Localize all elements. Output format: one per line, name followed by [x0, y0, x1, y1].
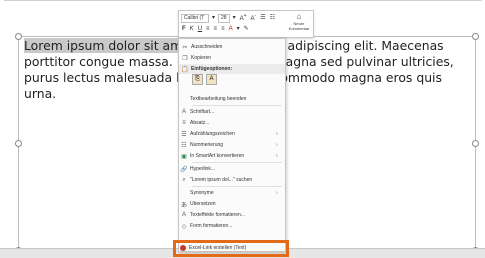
menu-item-excel-link[interactable]: Excel-Link erstellen (Text) [180, 245, 246, 251]
align-center-icon[interactable]: ≡ [213, 26, 219, 33]
menu-separator [192, 105, 282, 106]
bullets-icon: ☰ [181, 131, 187, 138]
menu-item-exit-edit[interactable]: Textbearbeitung beenden [178, 94, 284, 104]
menu-item-copy[interactable]: ❐ Kopieren [179, 53, 285, 63]
clipboard-icon: 📋 [181, 66, 189, 73]
translate-icon: あ [180, 202, 187, 209]
chevron-down-icon[interactable]: ▾ [232, 15, 237, 22]
copy-icon: ❐ [182, 55, 188, 62]
link-icon: 🔗 [180, 166, 188, 173]
menu-item-search[interactable]: ⌕ "Lorem ipsum dol..." suchen [178, 175, 284, 185]
font-name-box[interactable]: Calibri (T [181, 13, 209, 23]
paste-options-header: 📋 Einfügeoptionen: [179, 64, 285, 74]
numbering-icon: ☷ [181, 142, 187, 149]
menu-item-synonyms[interactable]: Synonyme › [178, 188, 284, 198]
underline-icon[interactable]: U [197, 26, 203, 33]
menu-item-format-shape[interactable]: ◇ Form formatieren... [178, 221, 284, 231]
paste-text-only-icon[interactable]: A [206, 74, 217, 85]
resize-handle[interactable] [15, 140, 22, 147]
menu-item-cut[interactable]: ✂ Ausschneiden [179, 42, 285, 52]
list-icon[interactable]: ☰ [259, 15, 266, 22]
search-icon: ⌕ [182, 176, 186, 183]
italic-icon[interactable]: K [189, 26, 195, 33]
comment-icon: ⌂ [296, 12, 302, 21]
chevron-right-icon: › [276, 131, 278, 137]
align-left-icon[interactable]: ≡ [205, 26, 211, 33]
numbered-list-icon[interactable]: ☷ [269, 15, 276, 22]
chevron-right-icon: › [276, 190, 278, 196]
menu-item-translate[interactable]: あ Übersetzen [178, 199, 284, 209]
menu-item-numbering[interactable]: ☷ Nummerierung › [178, 140, 284, 150]
menu-item-paragraph[interactable]: ≡ Absatz... [178, 118, 284, 128]
brush-icon[interactable]: ✎ [243, 26, 250, 33]
font-size-box[interactable]: 28 [218, 13, 230, 23]
chevron-down-icon[interactable]: ▾ [236, 26, 241, 33]
scissors-icon: ✂ [182, 44, 188, 51]
excel-link-icon [180, 245, 186, 251]
chevron-down-icon[interactable]: ▾ [211, 15, 216, 22]
text-effects-icon: A [181, 212, 186, 218]
menu-separator [192, 162, 282, 163]
chevron-right-icon: › [276, 153, 278, 159]
bold-icon[interactable]: F [181, 26, 187, 33]
menu-item-text-effects[interactable]: A Texteffekte formatieren... [178, 210, 284, 220]
menu-item-smartart[interactable]: ▣ In SmartArt konvertieren › [178, 151, 284, 161]
menu-item-hyperlink[interactable]: 🔗 Hyperlink... [178, 164, 284, 174]
mini-toolbar: Calibri (T ▾ 28 ▾ A+ A- ☰ ☷ F K U ≡ ≡ ≡ … [178, 10, 314, 38]
resize-handle[interactable] [15, 33, 22, 40]
selected-text[interactable]: Lorem ipsum dolor sit amet, [24, 38, 199, 53]
format-shape-icon: ◇ [181, 223, 187, 230]
chevron-right-icon: › [276, 142, 278, 148]
font-icon: A [181, 109, 186, 115]
menu-separator [192, 186, 282, 187]
paste-keep-format-icon[interactable]: ⎘ [192, 74, 203, 85]
shrink-font-icon[interactable]: A- [250, 13, 258, 23]
paste-options: ⎘ A [192, 74, 217, 85]
resize-handle[interactable] [472, 140, 479, 147]
context-menu-lower: Textbearbeitung beenden A Schriftart... ≡… [178, 90, 284, 250]
align-right-icon[interactable]: ≡ [220, 26, 226, 33]
paragraph-icon: ≡ [182, 120, 186, 126]
smartart-icon: ▣ [181, 153, 187, 160]
font-color-icon[interactable]: A [228, 26, 234, 33]
menu-item-font[interactable]: A Schriftart... [178, 107, 284, 117]
new-comment-button[interactable]: ⌂ Neuer Kommentar [287, 12, 311, 31]
menu-item-bullets[interactable]: ☰ Aufzählungszeichen › [178, 129, 284, 139]
grow-font-icon[interactable]: A+ [239, 13, 248, 23]
